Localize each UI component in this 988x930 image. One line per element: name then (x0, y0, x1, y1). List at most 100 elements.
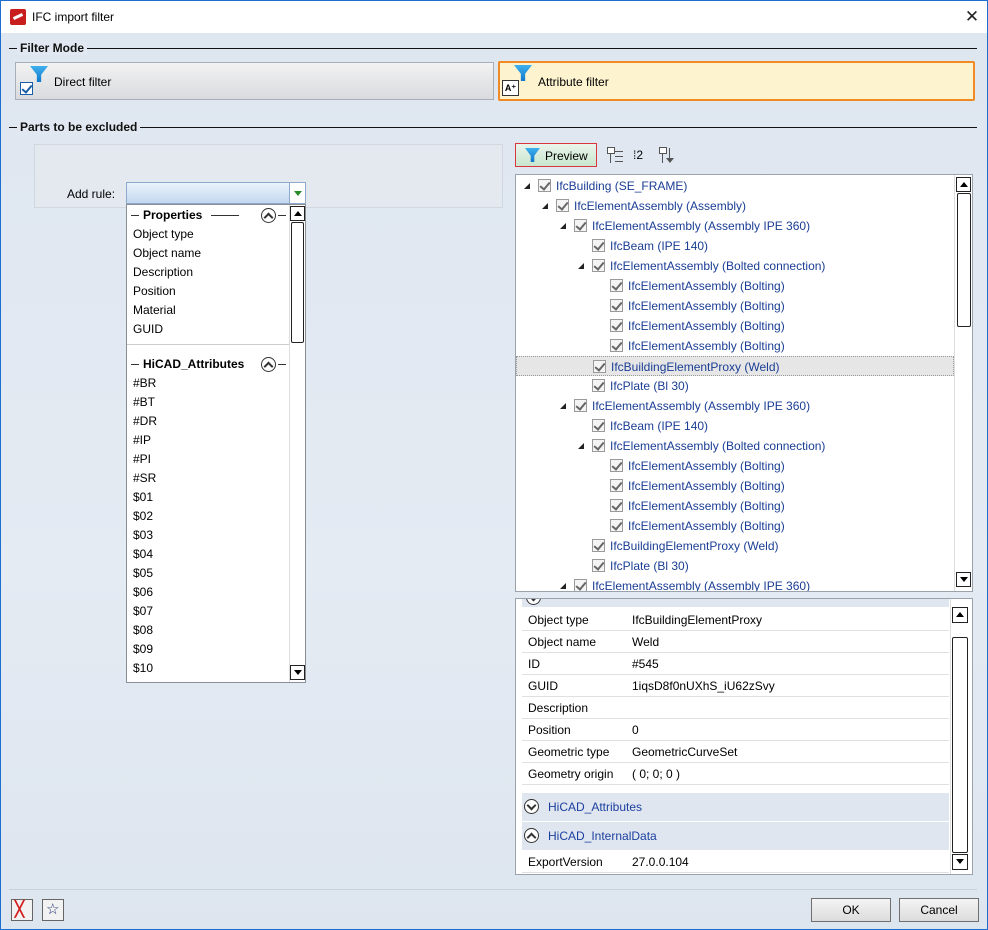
scroll-down-icon[interactable] (956, 572, 971, 587)
collapsed-arrow-icon[interactable] (597, 321, 603, 331)
close-icon[interactable]: ✕ (963, 8, 981, 26)
expanded-arrow-icon[interactable] (560, 403, 566, 409)
scroll-thumb[interactable] (291, 222, 304, 343)
tree-row[interactable]: IfcElementAssembly (Assembly IPE 360) (516, 216, 954, 236)
tree-checkbox[interactable] (556, 199, 569, 212)
dropdown-item[interactable]: $07 (133, 602, 153, 621)
tree-checkbox[interactable] (610, 499, 623, 512)
cancel-button[interactable]: Cancel (899, 898, 979, 922)
dropdown-item[interactable]: $02 (133, 507, 153, 526)
collapse-icon[interactable] (261, 208, 276, 223)
tree-row[interactable]: IfcElementAssembly (Assembly IPE 360) (516, 576, 954, 591)
collapse-icon[interactable] (524, 828, 539, 843)
tree-checkbox[interactable] (574, 219, 587, 232)
dropdown-item[interactable]: $04 (133, 545, 153, 564)
tree-checkbox[interactable] (610, 299, 623, 312)
direct-filter-button[interactable]: Direct filter (15, 62, 494, 100)
tree-row[interactable]: IfcElementAssembly (Bolting) (516, 316, 954, 336)
tree-row[interactable]: IfcElementAssembly (Bolting) (516, 516, 954, 536)
scroll-thumb[interactable] (952, 637, 968, 853)
dropdown-item[interactable]: GUID (133, 320, 163, 339)
tree-row[interactable]: IfcElementAssembly (Bolting) (516, 276, 954, 296)
dropdown-item[interactable]: #BT (133, 393, 155, 412)
scroll-down-icon[interactable] (290, 665, 305, 680)
tree-row[interactable]: IfcBeam (IPE 140) (516, 416, 954, 436)
collapsed-arrow-icon[interactable] (597, 501, 603, 511)
dropdown-item[interactable]: $06 (133, 583, 153, 602)
tree-checkbox[interactable] (592, 239, 605, 252)
tree-checkbox[interactable] (592, 379, 605, 392)
expanded-arrow-icon[interactable] (542, 203, 548, 209)
favorites-button[interactable]: ☆ (42, 899, 64, 921)
dropdown-item[interactable]: $BB (133, 678, 156, 682)
expanded-arrow-icon[interactable] (578, 443, 584, 449)
tree-row[interactable]: IfcElementAssembly (Assembly) (516, 196, 954, 216)
expanded-arrow-icon[interactable] (578, 263, 584, 269)
tree-checkbox[interactable] (610, 479, 623, 492)
collapsed-arrow-icon[interactable] (597, 281, 603, 291)
attribute-filter-button[interactable]: A⁺ Attribute filter (498, 61, 975, 101)
collapsed-arrow-icon[interactable] (597, 301, 603, 311)
tree-checkbox[interactable] (574, 579, 587, 591)
tree-checkbox[interactable] (610, 459, 623, 472)
tree-checkbox[interactable] (610, 319, 623, 332)
tree-checkbox[interactable] (610, 519, 623, 532)
collapsed-arrow-icon[interactable] (597, 461, 603, 471)
dropdown-item[interactable]: $03 (133, 526, 153, 545)
tree-checkbox[interactable] (593, 360, 606, 373)
tree-row[interactable]: IfcElementAssembly (Bolting) (516, 496, 954, 516)
expanded-arrow-icon[interactable] (524, 183, 530, 189)
add-rule-combobox[interactable] (126, 182, 306, 204)
scroll-down-icon[interactable] (952, 854, 968, 870)
tree-row[interactable]: IfcPlate (Bl 30) (516, 376, 954, 396)
tree-row[interactable]: IfcBeam (IPE 140) (516, 236, 954, 256)
tree-row[interactable]: IfcElementAssembly (Bolting) (516, 476, 954, 496)
delete-filter-button[interactable]: ╳ (11, 899, 33, 921)
hicad-attributes-section[interactable]: HiCAD_Attributes (522, 793, 949, 821)
expanded-arrow-icon[interactable] (560, 583, 566, 589)
scroll-up-icon[interactable] (956, 177, 971, 192)
dropdown-item[interactable]: #PI (133, 450, 151, 469)
expand-tree-icon[interactable] (606, 147, 624, 164)
chevron-down-icon[interactable] (289, 183, 305, 203)
expand-icon[interactable] (524, 799, 539, 814)
dropdown-item[interactable]: Object type (133, 225, 194, 244)
collapsed-arrow-icon[interactable] (597, 481, 603, 491)
tree-row[interactable]: IfcElementAssembly (Assembly IPE 360) (516, 396, 954, 416)
sort-icon[interactable] (658, 147, 676, 164)
hicad-internaldata-section[interactable]: HiCAD_InternalData (522, 822, 949, 850)
preview-button[interactable]: Preview (515, 143, 597, 167)
scroll-thumb[interactable] (957, 193, 971, 327)
scroll-up-icon[interactable] (290, 206, 305, 221)
tree-row[interactable]: IfcBuildingElementProxy (Weld) (516, 536, 954, 556)
tree-row[interactable]: IfcElementAssembly (Bolting) (516, 296, 954, 316)
tree-row[interactable]: IfcElementAssembly (Bolted connection) (516, 436, 954, 456)
dropdown-scrollbar[interactable] (289, 205, 305, 682)
tree-checkbox[interactable] (592, 439, 605, 452)
dropdown-item[interactable]: $10 (133, 659, 153, 678)
tree-checkbox[interactable] (610, 339, 623, 352)
dropdown-item[interactable]: $08 (133, 621, 153, 640)
tree-row[interactable]: IfcElementAssembly (Bolting) (516, 456, 954, 476)
numbering-icon[interactable]: ⁞2 (633, 147, 651, 164)
dropdown-item[interactable]: $01 (133, 488, 153, 507)
tree-row[interactable]: IfcElementAssembly (Bolted connection) (516, 256, 954, 276)
tree-checkbox[interactable] (592, 259, 605, 272)
dropdown-item[interactable]: Position (133, 282, 176, 301)
dropdown-item[interactable]: $05 (133, 564, 153, 583)
dropdown-item[interactable]: #DR (133, 412, 157, 431)
tree-row[interactable]: IfcBuilding (SE_FRAME) (516, 176, 954, 196)
dropdown-item[interactable]: #IP (133, 431, 151, 450)
dropdown-item[interactable]: #SR (133, 469, 156, 488)
tree-row[interactable]: IfcBuildingElementProxy (Weld) (516, 356, 954, 376)
collapsed-arrow-icon[interactable] (597, 521, 603, 531)
properties-scrollbar[interactable] (950, 599, 972, 874)
dropdown-item[interactable]: $09 (133, 640, 153, 659)
collapse-icon[interactable] (261, 357, 276, 372)
dropdown-item[interactable]: Description (133, 263, 193, 282)
dropdown-item[interactable]: Material (133, 301, 176, 320)
tree-scrollbar[interactable] (954, 175, 972, 591)
collapsed-arrow-icon[interactable] (597, 341, 603, 351)
tree-checkbox[interactable] (592, 539, 605, 552)
tree-checkbox[interactable] (538, 179, 551, 192)
